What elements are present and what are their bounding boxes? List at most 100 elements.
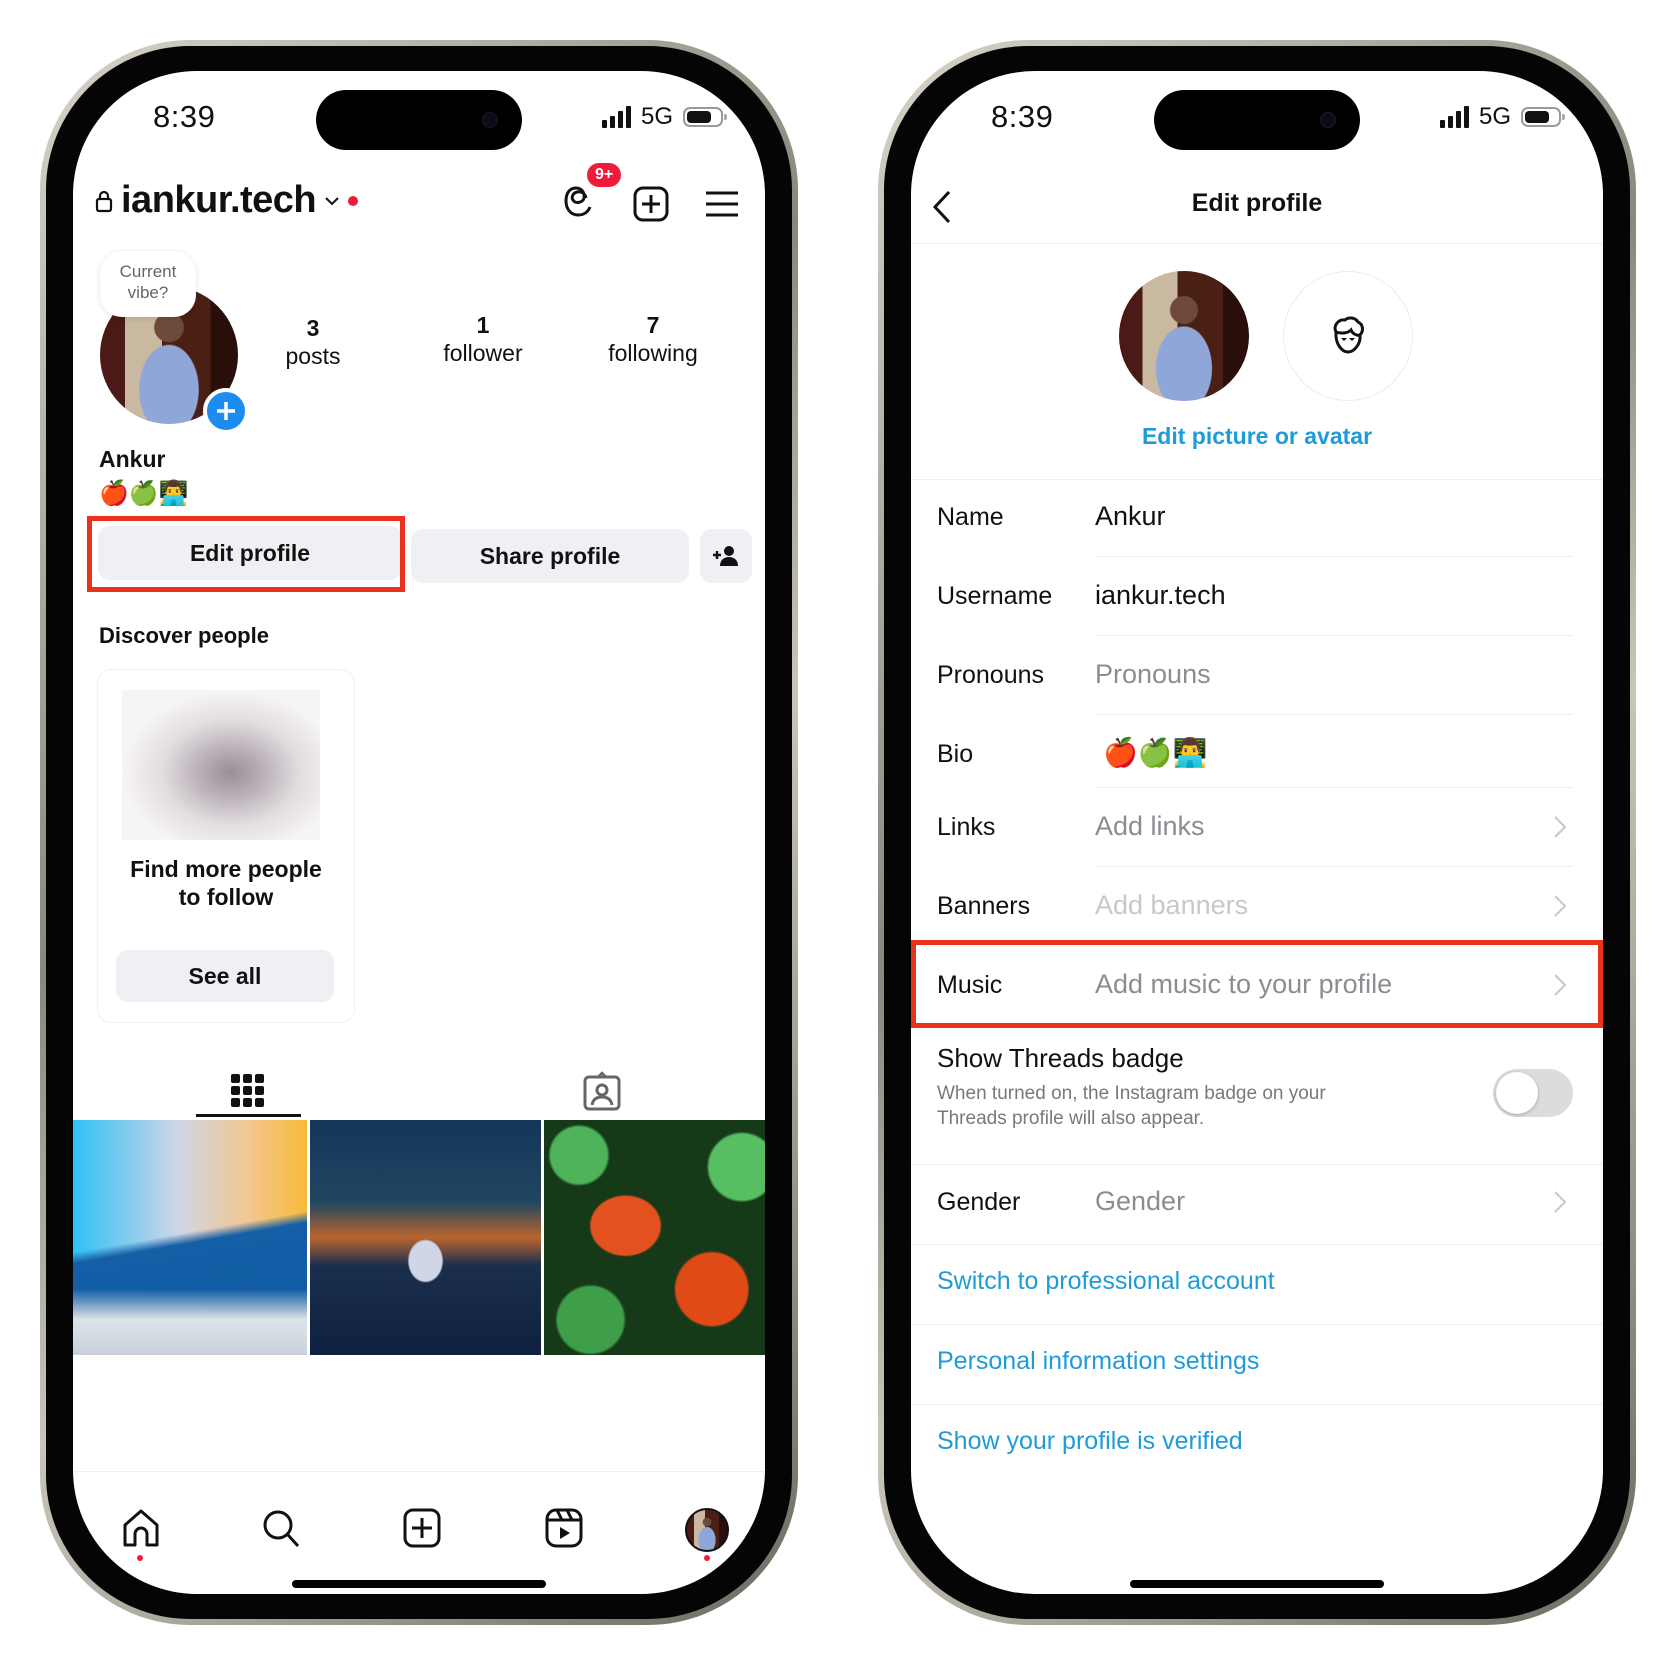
stat-following[interactable]: 7 following (593, 311, 713, 367)
header-actions: 9+ (563, 163, 739, 224)
field-row-pronouns[interactable]: Pronouns Pronouns (937, 659, 1573, 721)
stat-count: 3 (306, 315, 320, 341)
name-field[interactable]: Ankur (1095, 501, 1166, 532)
links-field[interactable]: Add links (1095, 811, 1205, 842)
stat-count: 1 (476, 312, 490, 338)
phone-profile: 8:39 5G iankur.tech 9+ Current vibe? 3 p… (40, 40, 798, 1625)
share-profile-button[interactable]: Share profile (411, 529, 689, 583)
profile-username: iankur.tech (121, 179, 317, 221)
add-story-button[interactable] (203, 388, 249, 434)
note-bubble[interactable]: Current vibe? (100, 251, 196, 317)
signal-icon (1439, 106, 1469, 128)
reels-icon[interactable] (545, 1508, 583, 1548)
edit-profile-screen: 8:39 5G Edit profile Edit picture or ava… (911, 71, 1603, 1594)
edit-picture-link[interactable]: Edit picture or avatar (911, 423, 1603, 450)
profile-tab-avatar[interactable] (685, 1508, 729, 1552)
field-label: Gender (937, 1188, 1021, 1216)
menu-icon[interactable] (705, 190, 739, 218)
discover-people-button[interactable] (700, 529, 752, 583)
show-verified-link[interactable]: Show your profile is verified (937, 1427, 1243, 1456)
field-row-name[interactable]: Name Ankur (937, 501, 1573, 563)
stat-followers[interactable]: 1 follower (423, 311, 543, 367)
search-icon[interactable] (261, 1508, 301, 1548)
phone-bezel: 8:39 5G Edit profile Edit picture or ava… (884, 46, 1630, 1619)
stat-label: following (608, 340, 698, 366)
create-post-icon[interactable] (633, 186, 669, 222)
section-divider (911, 1404, 1603, 1405)
status-time: 8:39 (153, 99, 216, 134)
status-icons: 5G (601, 103, 727, 131)
field-label: Banners (937, 892, 1031, 920)
post-thumbnail[interactable] (544, 1120, 765, 1355)
profile-notification-dot (704, 1555, 710, 1561)
create-icon[interactable] (403, 1508, 441, 1548)
row-divider (1095, 556, 1573, 557)
account-switcher[interactable]: iankur.tech (95, 179, 359, 222)
notification-dot (348, 195, 359, 206)
section-divider (911, 1324, 1603, 1325)
bio-text: 🍎🍏👨‍💻 (99, 480, 189, 507)
field-label: Links (937, 813, 996, 841)
threads-badge-title: Show Threads badge (937, 1043, 1184, 1073)
section-divider (911, 1164, 1603, 1165)
discover-card-text: Find more people to follow (130, 856, 322, 910)
chevron-right-icon (1554, 895, 1567, 917)
pronouns-field[interactable]: Pronouns (1095, 659, 1211, 690)
battery-icon (683, 107, 727, 127)
plus-icon (217, 402, 235, 420)
post-thumbnail[interactable] (73, 1120, 307, 1355)
row-divider (1095, 787, 1573, 788)
gender-field[interactable]: Gender (1095, 1186, 1185, 1217)
home-notification-dot (137, 1555, 143, 1561)
field-row-username[interactable]: Username iankur.tech (937, 580, 1573, 642)
profile-picture[interactable] (1119, 271, 1249, 401)
section-divider (911, 479, 1603, 480)
tab-posts-grid-icon[interactable] (230, 1073, 266, 1109)
status-icons: 5G (1439, 103, 1565, 131)
threads-icon (564, 186, 592, 217)
stat-label: follower (443, 340, 523, 366)
username-field[interactable]: iankur.tech (1095, 580, 1226, 611)
phone-edit-profile: 8:39 5G Edit profile Edit picture or ava… (878, 40, 1636, 1625)
chevron-right-icon (1554, 1191, 1567, 1213)
dynamic-island (316, 90, 522, 150)
battery-icon (1521, 107, 1565, 127)
home-indicator (1130, 1580, 1384, 1588)
banners-field[interactable]: Add banners (1095, 890, 1248, 921)
switch-professional-link[interactable]: Switch to professional account (937, 1267, 1275, 1296)
chevron-down-icon (325, 196, 339, 205)
page-title: Edit profile (1191, 189, 1323, 217)
field-label: Username (937, 582, 1053, 610)
threads-button[interactable]: 9+ (563, 163, 622, 224)
threads-badge-toggle[interactable] (1493, 1069, 1573, 1117)
field-row-gender[interactable]: Gender Gender (937, 1186, 1573, 1248)
personal-info-settings-link[interactable]: Personal information settings (937, 1347, 1259, 1376)
stat-posts[interactable]: 3 posts (263, 314, 363, 370)
note-line-1: Current (119, 262, 177, 281)
row-divider (1095, 635, 1573, 636)
home-indicator (292, 1580, 546, 1588)
add-person-icon (713, 546, 738, 566)
tab-tagged-icon[interactable] (583, 1071, 621, 1111)
stat-count: 7 (646, 312, 660, 338)
see-all-button[interactable]: See all (116, 950, 334, 1002)
highlight-box (911, 940, 1603, 1028)
avatar-slot[interactable] (1283, 271, 1413, 401)
note-line-2: vibe? (127, 283, 169, 302)
blurred-suggestion-image (122, 690, 320, 840)
field-label: Bio (937, 740, 974, 768)
field-label: Name (937, 503, 1004, 531)
toggle-knob (1496, 1072, 1538, 1114)
field-row-bio[interactable]: Bio 🍎🍏👨‍💻 (937, 737, 1573, 800)
bio-field[interactable]: 🍎🍏👨‍💻 (1103, 736, 1208, 769)
field-row-links[interactable]: Links Add links (937, 811, 1573, 873)
post-thumbnail[interactable] (310, 1120, 541, 1355)
home-icon[interactable] (121, 1508, 161, 1548)
row-divider (1095, 866, 1573, 867)
discover-card: Find more people to follow See all (97, 669, 355, 1023)
signal-icon (601, 106, 631, 128)
phone-bezel: 8:39 5G iankur.tech 9+ Current vibe? 3 p… (46, 46, 792, 1619)
network-type: 5G (1478, 103, 1511, 130)
stat-label: posts (285, 343, 341, 369)
active-tab-indicator (196, 1114, 301, 1117)
